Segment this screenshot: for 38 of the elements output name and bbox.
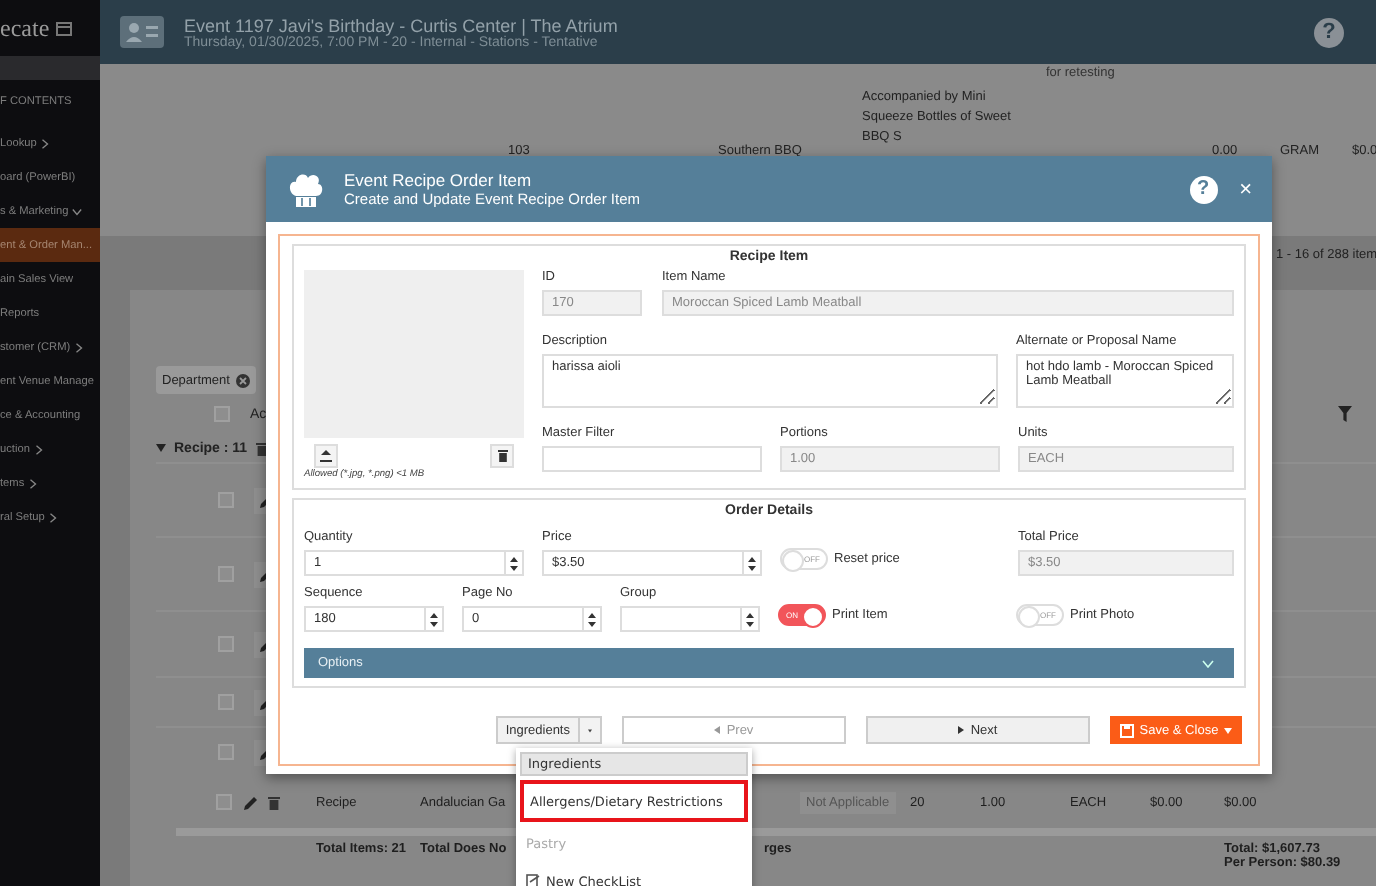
checkbox[interactable] <box>218 566 234 582</box>
upload-icon <box>320 450 332 462</box>
checkbox[interactable] <box>216 794 232 810</box>
stepper-icon[interactable] <box>588 611 596 627</box>
filter-icon[interactable] <box>1338 406 1352 422</box>
app-logo[interactable]: ecate <box>0 13 50 43</box>
chevron-down-icon <box>1202 659 1214 667</box>
help-button[interactable]: ? <box>1189 175 1218 203</box>
master-filter-field[interactable] <box>542 446 762 472</box>
contact-card-icon <box>120 16 164 48</box>
chef-hat-icon <box>286 169 326 209</box>
group-field[interactable] <box>620 606 742 632</box>
calendar-icon[interactable] <box>55 20 72 36</box>
dropdown-toggle[interactable] <box>580 716 602 744</box>
remove-icon[interactable] <box>235 373 250 387</box>
caret-icon <box>1224 727 1233 733</box>
stepper-icon[interactable] <box>746 611 754 627</box>
trash-icon <box>497 450 507 462</box>
stepper-icon[interactable] <box>510 555 518 571</box>
pencil-icon[interactable] <box>244 795 258 809</box>
stepper-icon[interactable] <box>430 611 438 627</box>
close-button[interactable]: × <box>1235 177 1256 201</box>
checkbox[interactable] <box>218 744 234 760</box>
caret-left-icon <box>714 726 721 734</box>
save-icon <box>1119 723 1134 737</box>
checkbox[interactable] <box>218 694 234 710</box>
caret-right-icon <box>958 726 965 734</box>
upload-button[interactable] <box>314 444 338 468</box>
dialog-title: Event Recipe Order Item <box>344 170 534 190</box>
checkbox[interactable] <box>218 492 234 508</box>
checkbox[interactable] <box>218 636 234 652</box>
event-title: Event 1197 Javi's Birthday - Curtis Center | The Atrium <box>184 15 620 35</box>
checklist-icon <box>526 874 540 886</box>
help-button[interactable]: ? <box>1314 17 1344 47</box>
caret-down-icon[interactable] <box>156 444 166 452</box>
delete-button[interactable] <box>490 444 514 468</box>
stepper-icon[interactable] <box>748 555 756 571</box>
checkbox[interactable] <box>214 406 230 422</box>
